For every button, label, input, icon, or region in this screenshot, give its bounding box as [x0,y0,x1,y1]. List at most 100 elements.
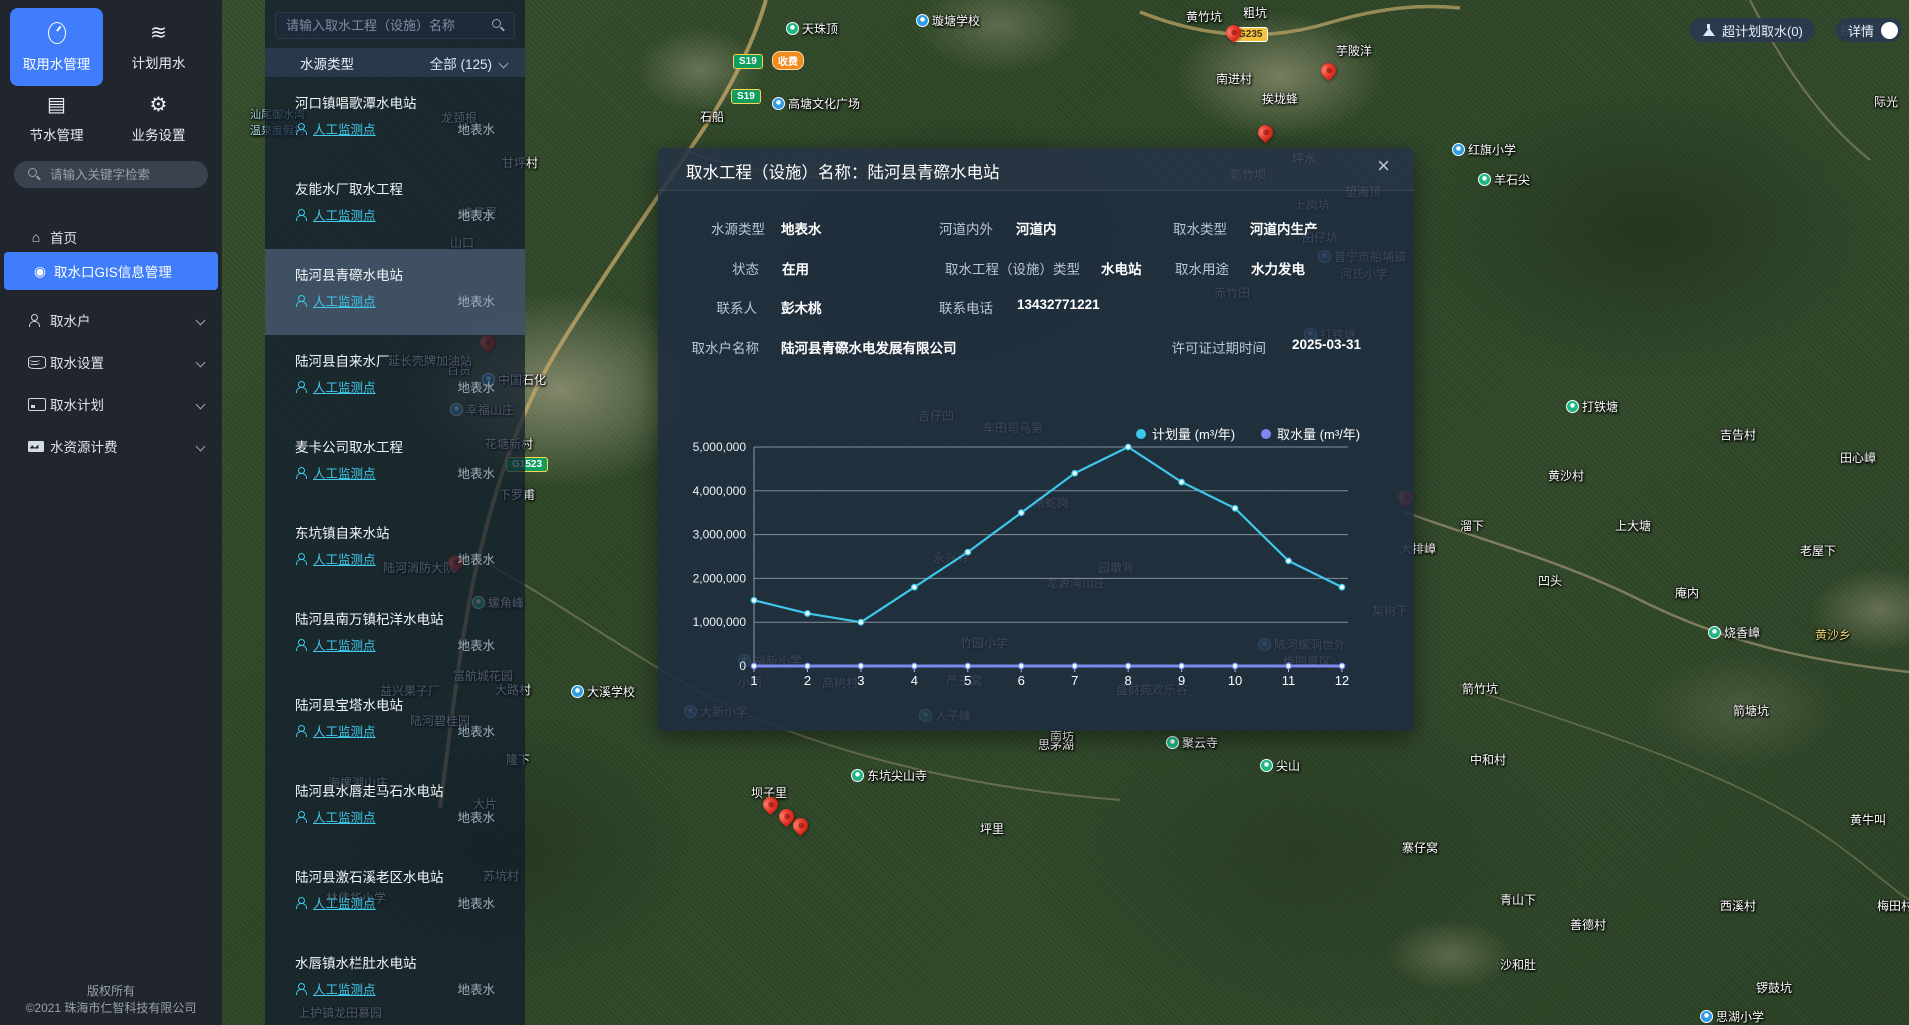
field-usage-label: 取水用途 [1128,258,1229,278]
map-label: 善德村 [1570,916,1606,933]
facility-list-item[interactable]: 陆河县青磜水电站人工监测点地表水 [265,249,525,335]
facility-list-item[interactable]: 友能水厂取水工程人工监测点地表水 [265,163,525,249]
facility-list-item[interactable]: 陆河县南万镇杞洋水电站人工监测点地表水 [265,593,525,679]
chevron-down-icon[interactable] [499,59,509,69]
nav-tile-label: 取用水管理 [23,53,91,73]
map-label: 聚云寺 [1166,734,1218,751]
over-plan-intake-button[interactable]: 超计划取水(0) [1690,18,1815,42]
facility-list-item[interactable]: 陆河县水唇走马石水电站人工监测点地表水 [265,765,525,851]
poi-icon-blue [1452,143,1465,156]
water-source-type: 地表水 [457,807,495,826]
map-label-text: 上大塘 [1615,517,1651,534]
legend-item-1[interactable]: 计划量 (m³/年) [1136,424,1235,443]
map-label-text: 凹头 [1538,572,1562,589]
field-usage-value: 水力发电 [1251,258,1305,278]
waves-icon: ≋ [150,23,167,43]
chevron-down-icon[interactable] [196,400,206,410]
keyword-search-input[interactable] [14,161,208,188]
field-intake-type-value: 河道内生产 [1250,218,1318,238]
map-label-text: 黄沙乡 [1815,626,1851,643]
nav-tile-4[interactable]: ⚙业务设置 [112,90,205,148]
person-icon [295,639,307,651]
source-type-filter[interactable]: 水源类型 全部 (125) [265,48,525,77]
toggle-knob[interactable] [1881,22,1898,39]
home-icon: ⌂ [28,229,44,245]
sidebar-item-5[interactable]: 取水计划 [0,389,222,419]
filter-value[interactable]: 全部 (125) [430,53,492,73]
sidebar-item-4[interactable]: 取水设置 [0,347,222,377]
facility-detail-modal: 取水工程（设施）名称：陆河县青磜水电站 × 水源类型 地表水 河道内外 河道内 … [658,148,1414,731]
map-label-text: 中和村 [1470,751,1506,768]
sidebar-item-3[interactable]: 取水户 [0,305,222,335]
svg-text:11: 11 [1282,673,1296,688]
facility-list-item[interactable]: 河口镇唱歌潭水电站人工监测点地表水 [265,77,525,163]
facility-meta-row: 人工监测点地表水 [295,549,495,568]
facility-search-input[interactable] [275,12,515,39]
chevron-down-icon[interactable] [196,316,206,326]
gauge-icon [48,22,66,44]
legend-item-2[interactable]: 取水量 (m³/年) [1261,424,1360,443]
facility-list-item[interactable]: 东坑镇自来水站人工监测点地表水 [265,507,525,593]
map-label: 沙和肚 [1500,956,1536,973]
map-label-text: 梅田村 [1877,897,1909,914]
water-source-type: 地表水 [457,291,495,310]
search-icon[interactable] [492,19,505,32]
road-badge: S19 [733,54,763,69]
facility-meta-row: 人工监测点地表水 [295,635,495,654]
sidebar-item-2[interactable]: ◉取水口GIS信息管理 [4,252,218,290]
map-label: 梅田村 [1877,897,1909,914]
facility-list-item[interactable]: 麦卡公司取水工程人工监测点地表水 [265,421,525,507]
chevron-down-icon[interactable] [196,358,206,368]
nav-tile-3[interactable]: ▤节水管理 [10,90,103,148]
map-label: 粗坑 [1243,4,1267,21]
person-icon [295,983,307,995]
nav-tile-label: 节水管理 [30,124,84,144]
sidebar-item-1[interactable]: ⌂首页 [0,222,222,252]
svg-text:3: 3 [857,673,864,688]
map-label-text: 箭竹坑 [1462,680,1498,697]
facility-name: 东坑镇自来水站 [295,522,390,542]
facility-list-item[interactable]: 水唇镇水栏肚水电站人工监测点地表水 [265,937,525,1023]
sidebar-item-6[interactable]: 水资源计费 [0,431,222,461]
facility-list-item[interactable]: 陆河县宝塔水电站人工监测点地表水 [265,679,525,765]
map-label: 锣鼓坑 [1756,979,1792,996]
facility-list-item[interactable]: 陆河县自来水厂人工监测点地表水 [265,335,525,421]
nav-tile-label: 业务设置 [132,124,186,144]
map-label: 黄沙村 [1548,467,1584,484]
close-icon[interactable]: × [1377,155,1390,177]
water-source-type: 地表水 [457,549,495,568]
map-label-text: 锣鼓坑 [1756,979,1792,996]
monitor-type: 人工监测点 [313,463,376,482]
facility-meta-row: 人工监测点地表水 [295,979,495,998]
monitor-type: 人工监测点 [313,119,376,138]
map-label-text: 溜下 [1460,517,1484,534]
field-contact-label: 联系人 [678,297,757,317]
monitor-type: 人工监测点 [313,377,376,396]
detail-toggle[interactable]: 详情 [1836,18,1902,42]
chevron-down-icon[interactable] [196,442,206,452]
legend-dot-icon [1136,429,1146,439]
facility-name: 陆河县激石溪老区水电站 [295,866,444,886]
nav-tile-1[interactable]: 取用水管理 [10,8,103,86]
map-label: 天珠顶 [786,20,838,37]
map-label-text: 善德村 [1570,916,1606,933]
person-icon [295,897,307,909]
database-icon [28,356,46,369]
map-label: 吉告村 [1720,426,1756,443]
road-badge: 收费 [772,51,804,70]
map-label: 思湖小学 [1700,1008,1764,1025]
map-label-text: 际光 [1874,93,1898,110]
water-source-type: 地表水 [457,635,495,654]
map-label-text: 坪里 [980,820,1004,837]
nav-tile-label: 计划用水 [132,52,186,72]
facility-list-item[interactable]: 陆河县激石溪老区水电站人工监测点地表水 [265,851,525,937]
facility-name: 水唇镇水栏肚水电站 [295,952,417,972]
flask-icon [1702,24,1715,36]
field-license-expire-value: 2025-03-31 [1292,337,1361,352]
monitor-type: 人工监测点 [313,979,376,998]
poi-icon-green [1478,173,1491,186]
chart-icon [28,441,44,452]
nav-tile-2[interactable]: ≋ 计划用水 [112,8,205,86]
map-label: 青山下 [1500,891,1536,908]
svg-text:0: 0 [739,659,746,673]
